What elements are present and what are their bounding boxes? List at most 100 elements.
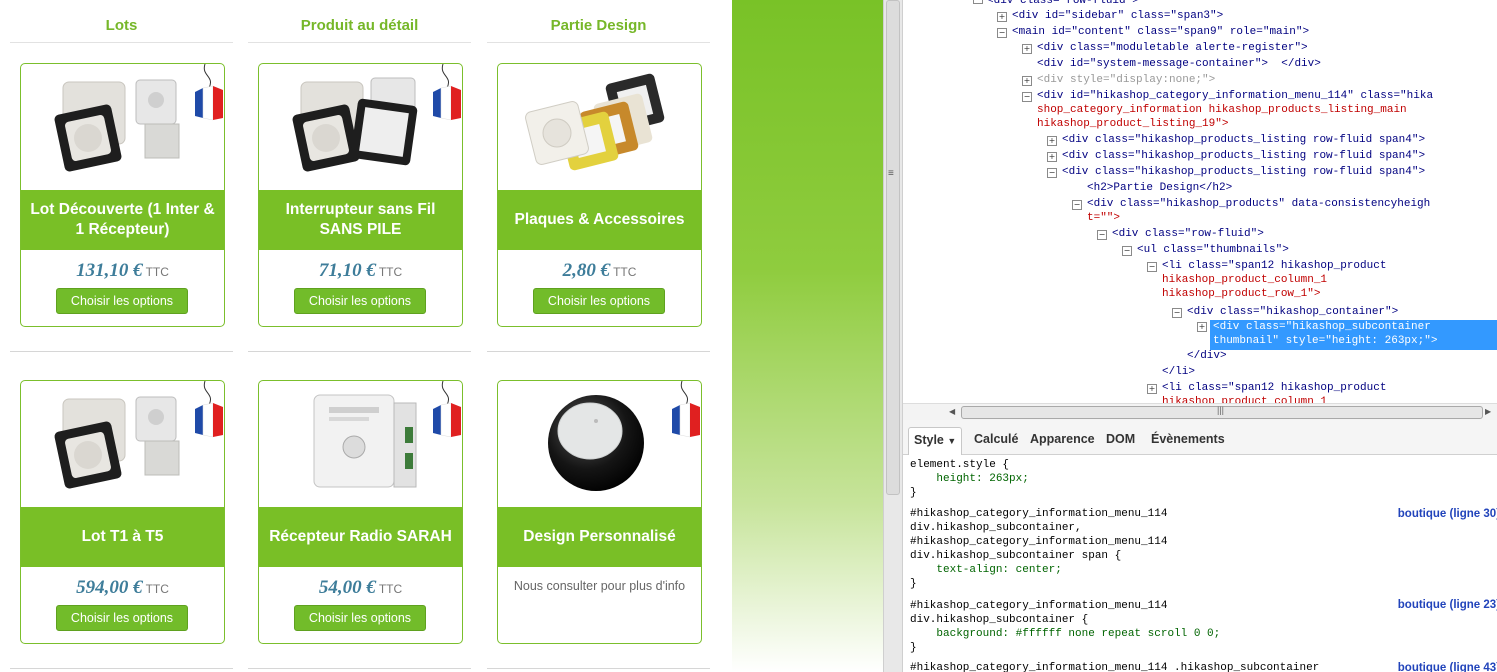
css-selector: div.hikashop_subcontainer span { [910, 550, 1122, 562]
product-price: 131,10 € TTC [21, 260, 224, 282]
divider [487, 668, 710, 669]
price-ttc: TTC [613, 265, 637, 279]
dom-node[interactable]: <div id="sidebar" class="span3"> [1012, 10, 1223, 23]
horizontal-scrollbar[interactable]: ◀ ||| ▶ [903, 403, 1497, 420]
expand-toggle-icon[interactable]: + [997, 12, 1007, 22]
product-card[interactable]: Récepteur Radio SARAH 54,00 € TTC Choisir… [258, 380, 463, 644]
collapse-toggle-icon[interactable]: − [1147, 262, 1157, 272]
dom-node[interactable]: <div class="hikashop_products_listing ro… [1062, 134, 1425, 147]
devtools-tab-bar: Style ▼ Calculé Apparence DOM Évènements [903, 420, 1497, 455]
dom-node-continuation: hikashop_product_column_1 [1162, 274, 1328, 286]
vertical-scrollbar[interactable] [886, 0, 900, 495]
dom-node[interactable]: </li> [1162, 366, 1195, 379]
css-declaration[interactable]: background: #ffffff none repeat scroll 0… [910, 627, 1220, 641]
source-link[interactable]: boutique (ligne 23) [1398, 599, 1497, 611]
style-rules-panel[interactable]: element.style { height: 263px; } #hikash… [903, 455, 1497, 672]
css-declaration[interactable]: text-align: center; [910, 563, 1061, 577]
collapse-toggle-icon[interactable]: − [1022, 92, 1032, 102]
price-ttc: TTC [378, 582, 403, 596]
tab-style[interactable]: Style ▼ [908, 427, 963, 455]
divider [10, 668, 233, 669]
expand-toggle-icon[interactable]: + [1147, 384, 1157, 394]
page-background-strip [730, 0, 885, 672]
product-title[interactable]: Lot Découverte (1 Inter & 1 Récepteur) [21, 190, 224, 250]
expand-toggle-icon[interactable]: + [1022, 44, 1032, 54]
price-ttc: TTC [378, 265, 403, 279]
product-price: 594,00 € TTC [21, 577, 224, 599]
tab-dom[interactable]: DOM [1101, 427, 1140, 454]
product-title[interactable]: Récepteur Radio SARAH [259, 507, 462, 567]
choose-options-button[interactable]: Choisir les options [56, 605, 188, 631]
dom-node[interactable]: <div class="hikashop_container"> [1187, 306, 1398, 319]
choose-options-button[interactable]: Choisir les options [56, 288, 188, 314]
collapse-toggle-icon[interactable]: − [973, 0, 983, 4]
splitter-grip-icon[interactable]: ≡ [888, 169, 898, 179]
dom-node[interactable]: <div id="system-message-container"> </di… [1037, 58, 1321, 71]
devtools-splitter[interactable]: ≡ [883, 0, 903, 672]
plates-image[interactable] [498, 64, 701, 190]
dom-node[interactable]: <h2>Partie Design</h2> [1087, 182, 1232, 195]
choose-options-button[interactable]: Choisir les options [533, 288, 665, 314]
chevron-down-icon: ▼ [947, 436, 957, 446]
french-flag-icon [433, 64, 461, 121]
tab-apparence[interactable]: Apparence [1025, 427, 1100, 454]
product-title[interactable]: Design Personnalisé [498, 507, 701, 567]
price-amount: 71,10 € [318, 260, 376, 281]
collapse-toggle-icon[interactable]: − [1072, 200, 1082, 210]
product-card[interactable]: Lot Découverte (1 Inter & 1 Récepteur) 1… [20, 63, 225, 327]
dom-node[interactable]: <div class="moduletable alerte-register"… [1037, 42, 1308, 55]
source-link[interactable]: boutique (ligne 30) [1398, 508, 1497, 520]
scroll-right-icon[interactable]: ▶ [1485, 407, 1491, 416]
expand-toggle-icon[interactable]: + [1047, 152, 1057, 162]
dom-node[interactable]: </div> [1187, 350, 1227, 363]
choose-options-button[interactable]: Choisir les options [294, 605, 426, 631]
divider [487, 42, 710, 43]
dom-node[interactable]: <div class="hikashop_products_listing ro… [1062, 150, 1425, 163]
price-amount: 131,10 € [76, 260, 143, 281]
dom-node[interactable]: <div class="hikashop_products_listing ro… [1062, 166, 1425, 179]
dom-node-continuation: t=""> [1087, 212, 1121, 224]
french-flag-icon [672, 381, 700, 438]
dom-node[interactable]: <ul class="thumbnails"> [1137, 244, 1289, 257]
collapse-toggle-icon[interactable]: − [997, 28, 1007, 38]
dom-node-continuation: hikashop_product_column_1 [1162, 396, 1328, 403]
expand-toggle-icon[interactable]: + [1022, 76, 1032, 86]
dom-tree-panel[interactable]: − <div class="row-fluid"> + <div id="sid… [903, 0, 1497, 403]
product-card[interactable]: Lot T1 à T5 594,00 € TTC Choisir les opti… [20, 380, 225, 644]
selected-dom-node-text: thumbnail" style="height: 263px;"> [1213, 335, 1438, 347]
dom-node-continuation: hikashop_product_row_1"> [1162, 288, 1321, 300]
collapse-toggle-icon[interactable]: − [1097, 230, 1107, 240]
product-title[interactable]: Lot T1 à T5 [21, 507, 224, 567]
expand-toggle-icon[interactable]: + [1197, 322, 1207, 332]
css-selector: #hikashop_category_information_menu_114 [910, 536, 1168, 548]
dom-node[interactable]: <div id="hikashop_category_information_m… [1037, 90, 1433, 103]
french-flag-icon [433, 381, 461, 438]
dom-node[interactable]: <li class="span12 hikashop_product [1162, 382, 1386, 395]
french-flag-icon [195, 381, 223, 438]
scroll-left-icon[interactable]: ◀ [949, 407, 955, 416]
dom-node[interactable]: <div style="display:none;"> [1037, 74, 1215, 87]
collapse-toggle-icon[interactable]: − [1172, 308, 1182, 318]
css-brace: } [910, 487, 917, 499]
product-card[interactable]: Interrupteur sans Fil SANS PILE 71,10 € T… [258, 63, 463, 327]
dom-node[interactable]: <div class="row-fluid"> [987, 0, 1139, 8]
css-selector: div.hikashop_subcontainer, [910, 522, 1082, 534]
column-heading-design: Partie Design [550, 17, 647, 34]
dom-node[interactable]: <div class="hikashop_products" data-cons… [1087, 198, 1430, 211]
dom-node[interactable]: <li class="span12 hikashop_product [1162, 260, 1386, 273]
product-card[interactable]: Design Personnalisé Nous consulter pour … [497, 380, 702, 644]
tab-evenements[interactable]: Évènements [1146, 427, 1230, 454]
tab-calcule[interactable]: Calculé [969, 427, 1023, 454]
css-declaration[interactable]: height: 263px; [910, 472, 1028, 486]
choose-options-button[interactable]: Choisir les options [294, 288, 426, 314]
product-card[interactable]: Plaques & Accessoires 2,80 € TTC Choisir … [497, 63, 702, 327]
source-link[interactable]: boutique (ligne 43) [1398, 662, 1497, 672]
collapse-toggle-icon[interactable]: − [1122, 246, 1132, 256]
product-title[interactable]: Plaques & Accessoires [498, 190, 701, 250]
expand-toggle-icon[interactable]: + [1047, 136, 1057, 146]
dom-node[interactable]: <div class="row-fluid"> [1112, 228, 1264, 241]
product-title[interactable]: Interrupteur sans Fil SANS PILE [259, 190, 462, 250]
product-price: 71,10 € TTC [259, 260, 462, 282]
dom-node[interactable]: <main id="content" class="span9" role="m… [1012, 26, 1309, 39]
collapse-toggle-icon[interactable]: − [1047, 168, 1057, 178]
